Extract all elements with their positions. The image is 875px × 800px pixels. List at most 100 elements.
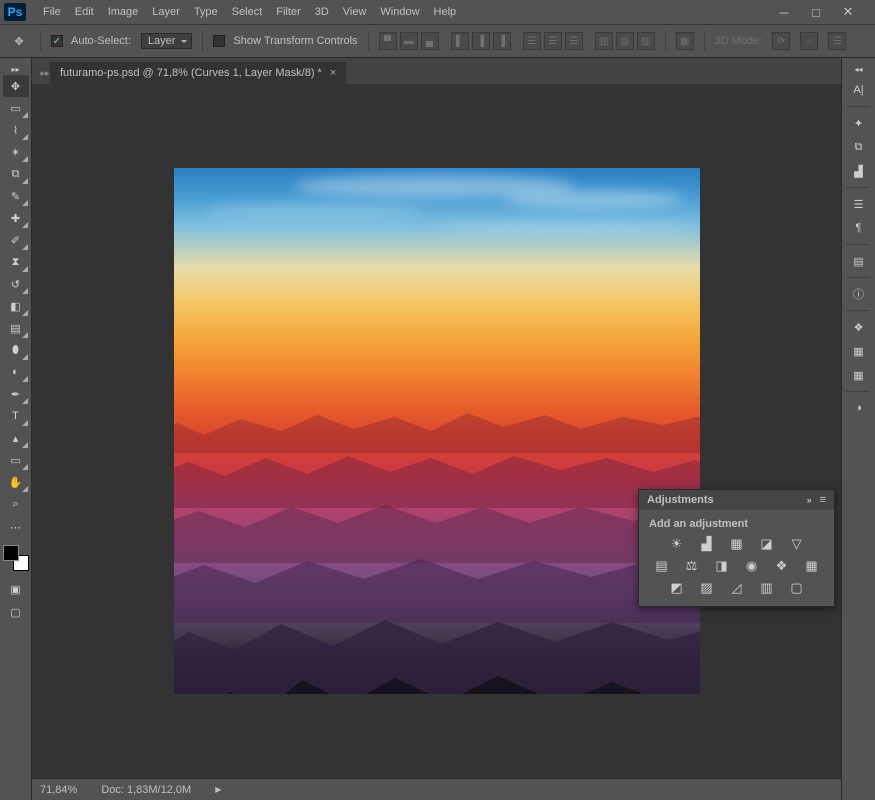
menu-layer[interactable]: Layer	[145, 3, 187, 21]
menu-edit[interactable]: Edit	[68, 3, 101, 21]
collapse-handle[interactable]: ▸▸	[3, 64, 29, 74]
color-lookup-icon[interactable]: ▦	[803, 558, 821, 574]
info-panel-icon[interactable]: ⓘ	[846, 282, 872, 306]
vibrance-icon[interactable]: ▽	[788, 536, 806, 552]
hand-tool[interactable]: ✋	[3, 471, 29, 493]
menu-type[interactable]: Type	[187, 3, 225, 21]
pen-tool[interactable]: ✒	[3, 383, 29, 405]
panel-menu-icon[interactable]: ≡	[820, 494, 826, 506]
separator	[368, 31, 369, 51]
adjustments-panel-body: Add an adjustment ☀ ▟ ▦ ◪ ▽ ▤ ⚖ ◨ ◉ ❖ ▦ …	[639, 510, 834, 606]
close-button[interactable]: ✕	[841, 5, 855, 19]
histogram-panel-icon[interactable]: ⧉	[846, 135, 872, 159]
selective-color-icon[interactable]: ▢	[788, 580, 806, 596]
quick-mask-button[interactable]: ▣	[3, 578, 29, 600]
history-brush-tool[interactable]: ↺	[3, 273, 29, 295]
invert-icon[interactable]: ◩	[668, 580, 686, 596]
minimize-button[interactable]: ─	[777, 5, 791, 19]
adjustments-panel-header[interactable]: Adjustments » ≡	[639, 490, 834, 510]
dodge-tool[interactable]: ◐	[3, 361, 29, 383]
more-tools[interactable]: ⋯	[3, 516, 29, 538]
document-canvas[interactable]	[174, 168, 700, 694]
panel-separator	[846, 187, 870, 188]
properties-panel-icon[interactable]: ☰	[846, 192, 872, 216]
distribute-vcenter-icon: ☰	[544, 32, 562, 50]
panel-separator	[846, 106, 870, 107]
maximize-button[interactable]: □	[809, 5, 823, 19]
move-tool[interactable]: ✥	[3, 75, 29, 97]
exposure-icon[interactable]: ◪	[758, 536, 776, 552]
status-menu-icon[interactable]: ▶	[215, 785, 221, 794]
character-panel-icon[interactable]: A|	[846, 78, 872, 102]
color-balance-icon[interactable]: ⚖	[683, 558, 701, 574]
photo-filter-icon[interactable]: ◉	[743, 558, 761, 574]
screen-mode-button[interactable]: ▢	[3, 601, 29, 623]
panel-dock: ◂◂ A|✦⧉▟☰¶▤ⓘ❖▦▦◑	[841, 58, 875, 800]
gradient-map-icon[interactable]: ▥	[758, 580, 776, 596]
document-tab[interactable]: futuramo-ps.psd @ 71,8% (Curves 1, Layer…	[50, 62, 346, 84]
adjustments-panel-title: Adjustments	[647, 494, 714, 506]
status-bar: 71,84% Doc: 1,83M/12,0M ▶	[32, 778, 841, 800]
menu-file[interactable]: File	[36, 3, 68, 21]
posterize-icon[interactable]: ▨	[698, 580, 716, 596]
threshold-icon[interactable]: ◿	[728, 580, 746, 596]
panel-separator	[846, 310, 870, 311]
collapse-icon[interactable]: »	[807, 495, 812, 505]
workspace: ▸▸ ✥▭⌇✶⧉✎✚✐⧗↺◧▤⬮◐✒T▴▭✋⌕ ⋯ ▣ ▢ ▸▸ futuram…	[0, 58, 875, 800]
adjustments-panel-icon[interactable]: ◑	[846, 396, 872, 420]
tab-collapse-handle[interactable]: ▸▸	[40, 62, 50, 84]
zoom-tool[interactable]: ⌕	[3, 493, 29, 515]
menu-select[interactable]: Select	[225, 3, 270, 21]
checkbox-icon	[213, 35, 225, 47]
color-swatches[interactable]	[3, 545, 29, 571]
notes-panel-icon[interactable]: ▤	[846, 249, 872, 273]
blur-tool[interactable]: ⬮	[3, 339, 29, 361]
auto-select-target-dropdown[interactable]: Layer	[141, 33, 193, 49]
marquee-tool[interactable]: ▭	[3, 97, 29, 119]
menu-window[interactable]: Window	[373, 3, 426, 21]
distribute-left-icon: ▥	[595, 32, 613, 50]
levels-panel-icon[interactable]: ▟	[846, 159, 872, 183]
close-tab-icon[interactable]: ×	[330, 67, 336, 79]
eyedropper-tool[interactable]: ✎	[3, 185, 29, 207]
auto-select-label: Auto-Select:	[71, 35, 131, 47]
adjustments-panel[interactable]: Adjustments » ≡ Add an adjustment ☀ ▟ ▦ …	[638, 489, 835, 607]
heal-tool[interactable]: ✚	[3, 207, 29, 229]
brightness-contrast-icon[interactable]: ☀	[668, 536, 686, 552]
stamp-tool[interactable]: ⧗	[3, 251, 29, 273]
black-white-icon[interactable]: ◨	[713, 558, 731, 574]
paragraph-panel-icon[interactable]: ¶	[846, 216, 872, 240]
menu-view[interactable]: View	[336, 3, 374, 21]
shape-tool[interactable]: ▭	[3, 449, 29, 471]
wand-tool[interactable]: ✶	[3, 141, 29, 163]
curves-icon[interactable]: ▦	[728, 536, 746, 552]
hue-saturation-icon[interactable]: ▤	[653, 558, 671, 574]
align-group: ▀ ▬ ▄ ▌ ▐ ▐ ☰ ☰ ☰ ▥ ▥ ▥	[379, 32, 655, 50]
levels-icon[interactable]: ▟	[698, 536, 716, 552]
menu-filter[interactable]: Filter	[269, 3, 307, 21]
show-transform-checkbox[interactable]: Show Transform Controls	[213, 35, 357, 47]
navigator-panel-icon[interactable]: ✦	[846, 111, 872, 135]
brush-tool[interactable]: ✐	[3, 229, 29, 251]
zoom-level[interactable]: 71,84%	[40, 784, 77, 796]
menu-help[interactable]: Help	[427, 3, 464, 21]
crop-tool[interactable]: ⧉	[3, 163, 29, 185]
doc-info[interactable]: Doc: 1,83M/12,0M	[101, 784, 191, 796]
path-select-tool[interactable]: ▴	[3, 427, 29, 449]
foreground-swatch[interactable]	[3, 545, 19, 561]
type-tool[interactable]: T	[3, 405, 29, 427]
canvas-area[interactable]	[32, 84, 841, 778]
menu-image[interactable]: Image	[101, 3, 146, 21]
menu-3d[interactable]: 3D	[308, 3, 336, 21]
options-bar: ✥ Auto-Select: Layer Show Transform Cont…	[0, 24, 875, 58]
menubar: Ps FileEditImageLayerTypeSelectFilter3DV…	[0, 0, 875, 24]
channel-mixer-icon[interactable]: ❖	[773, 558, 791, 574]
channels-panel-icon[interactable]: ▦	[846, 339, 872, 363]
auto-select-checkbox[interactable]: Auto-Select:	[51, 35, 131, 47]
eraser-tool[interactable]: ◧	[3, 295, 29, 317]
layers-panel-icon[interactable]: ❖	[846, 315, 872, 339]
gradient-tool[interactable]: ▤	[3, 317, 29, 339]
lasso-tool[interactable]: ⌇	[3, 119, 29, 141]
paths-panel-icon[interactable]: ▦	[846, 363, 872, 387]
collapse-handle[interactable]: ◂◂	[846, 64, 872, 74]
